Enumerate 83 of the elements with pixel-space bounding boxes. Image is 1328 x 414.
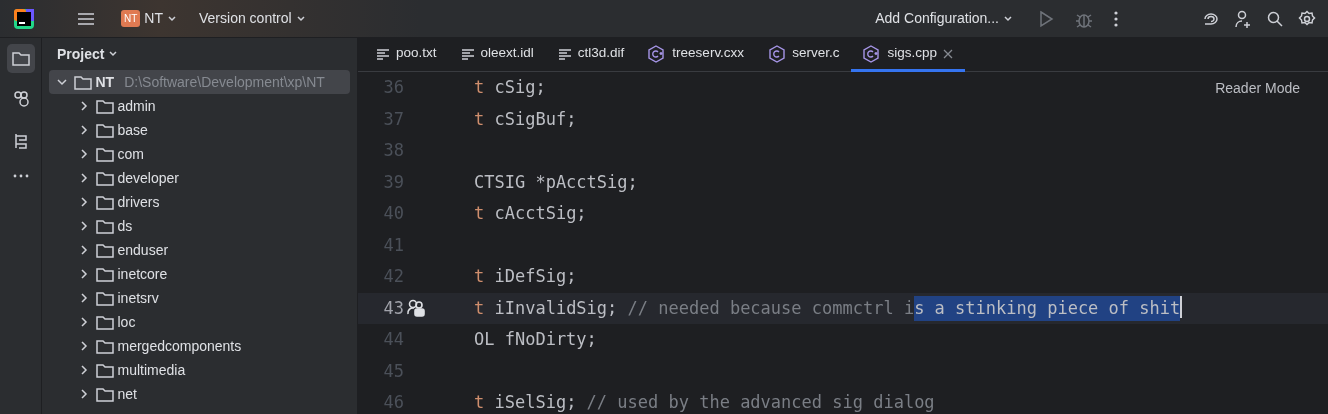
tree-item[interactable]: ds	[49, 214, 350, 238]
file-tab[interactable]: server.c	[756, 38, 852, 72]
folder-path: D:\Software\Development\xp\NT	[124, 72, 325, 92]
chevron-right-icon[interactable]	[79, 245, 89, 255]
file-tab[interactable]: ctl3d.dif	[545, 38, 637, 72]
folder-icon	[96, 218, 114, 234]
text-file-icon	[460, 47, 475, 60]
folder-icon	[96, 98, 114, 114]
code-line: t cSigBuf;	[474, 107, 577, 131]
file-tab[interactable]: poo.txt	[364, 38, 449, 72]
run-configuration-label: Add Configuration...	[875, 9, 999, 28]
tree-item[interactable]: inetsrv	[49, 286, 350, 310]
c-file-icon	[768, 44, 787, 63]
run-configuration-menu[interactable]: Add Configuration...	[871, 6, 1017, 31]
app-logo-icon[interactable]	[14, 7, 34, 30]
chevron-right-icon[interactable]	[79, 149, 89, 159]
folder-icon	[74, 74, 92, 90]
project-menu[interactable]: NT NT	[117, 6, 181, 31]
add-user-icon[interactable]	[1234, 8, 1252, 29]
chevron-down-icon[interactable]	[57, 77, 67, 87]
code-line: t iDefSig;	[474, 265, 577, 288]
chevron-right-icon[interactable]	[79, 221, 89, 231]
chevron-right-icon[interactable]	[79, 197, 89, 207]
cpp-file-icon	[648, 44, 667, 63]
reader-mode-link[interactable]: Reader Mode	[1215, 78, 1300, 99]
chevron-down-icon	[295, 13, 306, 24]
chevron-right-icon[interactable]	[79, 389, 89, 399]
text-file-icon	[557, 47, 572, 60]
tree-item[interactable]: drivers	[49, 190, 350, 214]
code-line: t cAcctSig;	[474, 202, 587, 225]
code-line: t iSelSig; // used by the advanced sig dialog	[474, 391, 935, 414]
tree-item[interactable]: base	[49, 118, 350, 142]
file-tab[interactable]: treeserv.cxx	[636, 38, 757, 72]
tree-item[interactable]: admin	[49, 94, 350, 118]
chevron-right-icon[interactable]	[79, 293, 89, 303]
text-file-icon	[376, 47, 390, 60]
chevron-right-icon[interactable]	[79, 101, 89, 111]
tree-item[interactable]: mergedcomponents	[49, 334, 350, 358]
people-icon[interactable]	[406, 298, 428, 319]
tree-item[interactable]: multimedia	[49, 358, 350, 382]
folder-icon	[96, 146, 114, 162]
folder-icon	[96, 338, 114, 354]
tree-item[interactable]: enduser	[49, 238, 350, 262]
tree-item[interactable]: net	[49, 382, 350, 406]
folder-icon	[96, 194, 114, 210]
chevron-right-icon[interactable]	[79, 173, 89, 183]
folder-icon	[96, 242, 114, 258]
close-icon[interactable]	[942, 48, 953, 59]
run-icon[interactable]	[1038, 8, 1054, 29]
project-panel-title[interactable]: Project	[53, 41, 123, 67]
tree-item[interactable]: developer	[49, 166, 350, 190]
code-line: t iInvalidSig; // needed because commctrl is a stinking piece of shit	[474, 295, 1183, 321]
chevron-right-icon[interactable]	[79, 365, 89, 375]
project-badge: NT	[121, 10, 141, 27]
code-line: CTSIG *pAcctSig;	[474, 170, 638, 194]
version-control-label: Version control	[199, 9, 292, 28]
project-name: NT	[144, 9, 163, 28]
folder-icon	[96, 266, 114, 282]
line-number: 43	[383, 296, 404, 320]
cpp-file-icon	[863, 44, 882, 63]
folder-icon[interactable]	[6, 44, 35, 73]
file-tab[interactable]: sigs.cpp	[851, 38, 965, 72]
folder-icon	[96, 386, 114, 402]
tree-item[interactable]: inetcore	[49, 262, 350, 286]
folder-icon	[96, 290, 114, 306]
chevron-down-icon	[1003, 13, 1013, 24]
folder-icon	[96, 122, 114, 138]
folder-icon	[96, 362, 114, 378]
chevron-right-icon[interactable]	[79, 317, 89, 327]
code-line: OL fNoDirty;	[474, 328, 597, 351]
chevron-right-icon[interactable]	[79, 125, 89, 135]
tree-item[interactable]: loc	[49, 310, 350, 334]
folder-icon	[96, 314, 114, 330]
chevron-down-icon	[167, 13, 177, 24]
tree-item[interactable]: com	[49, 142, 350, 166]
chevron-down-icon	[108, 49, 119, 59]
chevron-right-icon[interactable]	[79, 341, 89, 351]
chevron-right-icon[interactable]	[79, 269, 89, 279]
code-line: t cSig;	[474, 76, 546, 99]
tree-item[interactable]: NT D:\Software\Development\xp\NT	[49, 70, 350, 94]
file-tab[interactable]: oleext.idl	[448, 38, 546, 72]
folder-icon	[96, 170, 114, 186]
version-control-menu[interactable]: Version control	[195, 6, 310, 31]
